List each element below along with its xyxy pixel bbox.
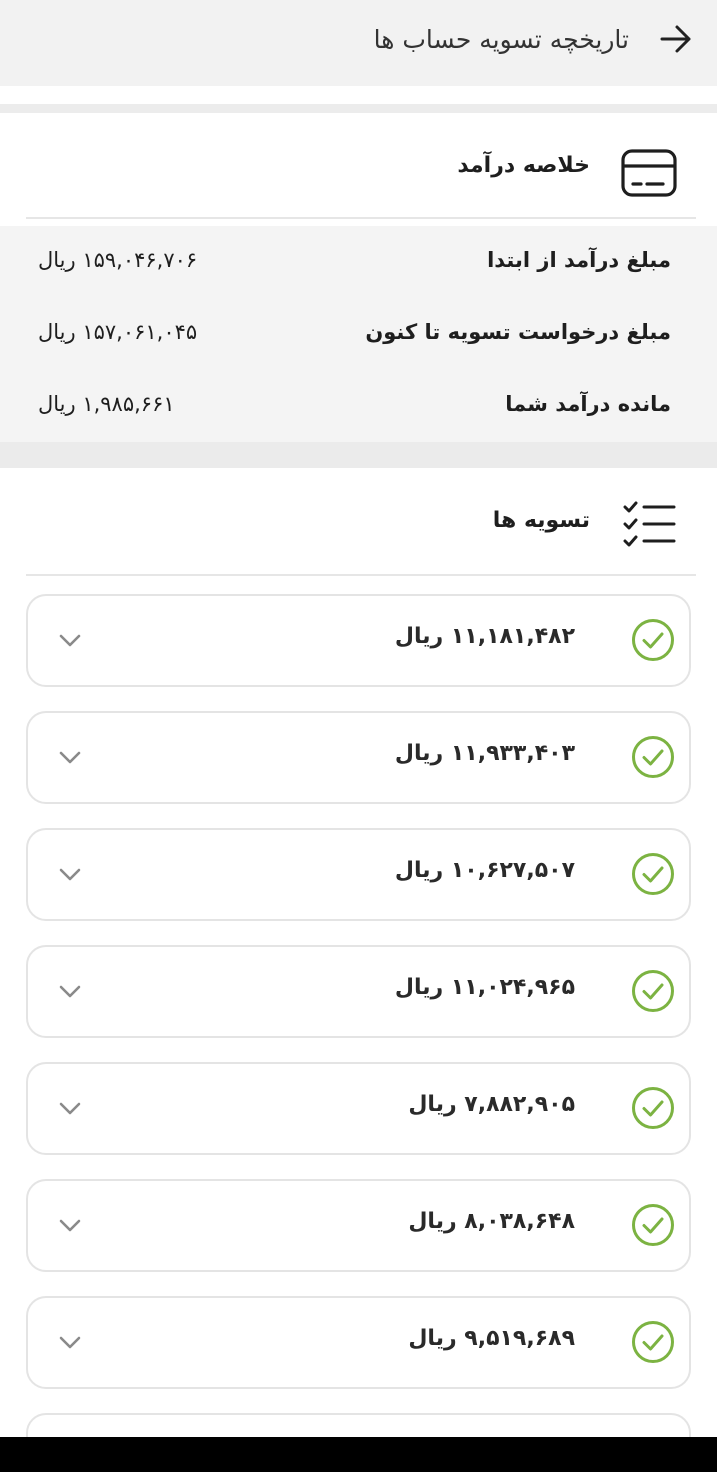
settlement-amount: ۱۱,۹۳۳,۴۰۳ ریال xyxy=(394,741,575,766)
credit-card-icon xyxy=(621,149,677,197)
check-circle-icon xyxy=(632,1087,674,1129)
settlement-amount: ۱۰,۶۲۷,۵۰۷ ریال xyxy=(394,858,575,883)
settlement-item[interactable]: ۸,۰۳۸,۶۴۸ ریال xyxy=(26,1179,691,1272)
summary-row-value: ۱۵۹,۰۴۶,۷۰۶ ریال xyxy=(38,248,198,272)
divider xyxy=(0,442,717,468)
page-title: تاریخچه تسویه حساب ها xyxy=(373,25,629,54)
settlements-title: تسویه ها xyxy=(492,508,590,533)
chevron-down-icon[interactable] xyxy=(56,1328,84,1356)
settlement-item[interactable] xyxy=(26,1413,691,1437)
settlement-item[interactable]: ۱۱,۰۲۴,۹۶۵ ریال xyxy=(26,945,691,1038)
settlement-amount: ۹,۵۱۹,۶۸۹ ریال xyxy=(408,1326,575,1351)
summary-row-total-income: مبلغ درآمد از ابتدا ۱۵۹,۰۴۶,۷۰۶ ریال xyxy=(0,226,717,298)
summary-row-requested: مبلغ درخواست تسویه تا کنون ۱۵۷,۰۶۱,۰۴۵ ر… xyxy=(0,298,717,370)
divider xyxy=(26,217,696,219)
chevron-down-icon[interactable] xyxy=(56,860,84,888)
back-button[interactable] xyxy=(657,20,695,58)
income-summary-card: خلاصه درآمد مبلغ درآمد از ابتدا ۱۵۹,۰۴۶,… xyxy=(0,113,717,442)
income-summary-title: خلاصه درآمد xyxy=(457,153,590,178)
settlement-amount: ۸,۰۳۸,۶۴۸ ریال xyxy=(408,1209,575,1234)
settlement-item[interactable]: ۱۱,۹۳۳,۴۰۳ ریال xyxy=(26,711,691,804)
check-circle-icon xyxy=(632,736,674,778)
check-circle-icon xyxy=(632,853,674,895)
check-circle-icon xyxy=(632,970,674,1012)
divider xyxy=(0,104,717,113)
settlement-amount: ۱۱,۱۸۱,۴۸۲ ریال xyxy=(394,624,575,649)
check-circle-icon xyxy=(632,1204,674,1246)
income-summary-rows: مبلغ درآمد از ابتدا ۱۵۹,۰۴۶,۷۰۶ ریال مبل… xyxy=(0,226,717,442)
chevron-down-icon[interactable] xyxy=(56,977,84,1005)
settlements-section: تسویه ها ۱۱,۱۸۱,۴۸۲ ریال ۱۱,۹۳۳,۴۰۳ ریال ۱… xyxy=(0,468,717,1437)
arrow-right-icon xyxy=(660,25,691,53)
summary-row-label: مانده درآمد شما xyxy=(505,392,671,416)
check-circle-icon xyxy=(632,1321,674,1363)
settlement-amount: ۷,۸۸۲,۹۰۵ ریال xyxy=(408,1092,575,1117)
divider xyxy=(26,574,696,576)
chevron-down-icon[interactable] xyxy=(56,1211,84,1239)
settlement-item[interactable]: ۷,۸۸۲,۹۰۵ ریال xyxy=(26,1062,691,1155)
chevron-down-icon[interactable] xyxy=(56,1094,84,1122)
settlement-item[interactable]: ۱۱,۱۸۱,۴۸۲ ریال xyxy=(26,594,691,687)
divider xyxy=(0,86,717,104)
checklist-icon xyxy=(623,501,676,547)
app-bar: تاریخچه تسویه حساب ها xyxy=(0,0,717,86)
settlements-header: تسویه ها xyxy=(26,468,696,574)
settlement-item[interactable]: ۱۰,۶۲۷,۵۰۷ ریال xyxy=(26,828,691,921)
settlement-amount: ۱۱,۰۲۴,۹۶۵ ریال xyxy=(394,975,575,1000)
system-nav-bar xyxy=(0,1437,717,1472)
summary-row-label: مبلغ درخواست تسویه تا کنون xyxy=(365,320,671,344)
summary-row-remaining: مانده درآمد شما ۱,۹۸۵,۶۶۱ ریال xyxy=(0,370,717,442)
summary-row-value: ۱۵۷,۰۶۱,۰۴۵ ریال xyxy=(38,320,198,344)
summary-row-label: مبلغ درآمد از ابتدا xyxy=(487,248,671,272)
income-summary-header: خلاصه درآمد xyxy=(26,113,696,219)
settlement-item[interactable]: ۹,۵۱۹,۶۸۹ ریال xyxy=(26,1296,691,1389)
check-circle-icon xyxy=(632,619,674,661)
summary-row-value: ۱,۹۸۵,۶۶۱ ریال xyxy=(38,392,175,416)
chevron-down-icon[interactable] xyxy=(56,626,84,654)
chevron-down-icon[interactable] xyxy=(56,743,84,771)
